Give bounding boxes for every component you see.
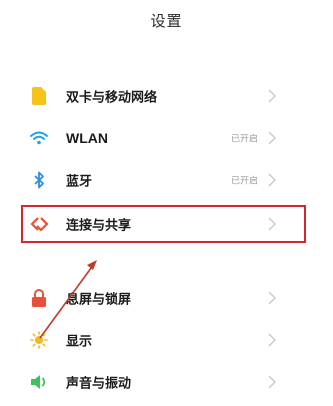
status-text: 已开启: [230, 134, 258, 145]
settings-item-label: 声音与振动: [66, 376, 132, 392]
settings-item-connection-sharing[interactable]: 连接与共享: [0, 204, 333, 244]
chevron-right-icon: [268, 291, 276, 305]
connection-share-icon: [30, 215, 48, 233]
settings-item-wlan[interactable]: WLAN 已开启: [0, 118, 333, 158]
settings-item-sim[interactable]: 双卡与移动网络: [0, 76, 333, 116]
settings-item-label: 息屏与锁屏: [66, 292, 132, 308]
settings-item-label: 连接与共享: [66, 218, 132, 234]
settings-item-lock-screen[interactable]: 息屏与锁屏: [0, 278, 333, 318]
chevron-right-icon: [268, 217, 276, 231]
settings-item-label: 蓝牙: [66, 174, 93, 190]
settings-item-label: 显示: [66, 334, 93, 350]
settings-item-sound[interactable]: 声音与振动: [0, 362, 333, 402]
status-text: 已开启: [230, 176, 258, 187]
wifi-icon: [30, 129, 48, 147]
chevron-right-icon: [268, 89, 276, 103]
chevron-right-icon: [268, 131, 276, 145]
sun-icon: [30, 331, 48, 349]
page-title: 设置: [150, 12, 183, 30]
chevron-right-icon: [268, 375, 276, 389]
sim-card-icon: [30, 87, 48, 105]
settings-item-bluetooth[interactable]: 蓝牙 已开启: [0, 160, 333, 200]
settings-item-label: 双卡与移动网络: [66, 90, 158, 106]
settings-item-label: WLAN: [66, 130, 108, 146]
settings-item-display[interactable]: 显示: [0, 320, 333, 360]
bluetooth-icon: [30, 171, 48, 189]
chevron-right-icon: [268, 173, 276, 187]
speaker-icon: [30, 373, 48, 391]
chevron-right-icon: [268, 333, 276, 347]
lock-icon: [30, 289, 48, 307]
